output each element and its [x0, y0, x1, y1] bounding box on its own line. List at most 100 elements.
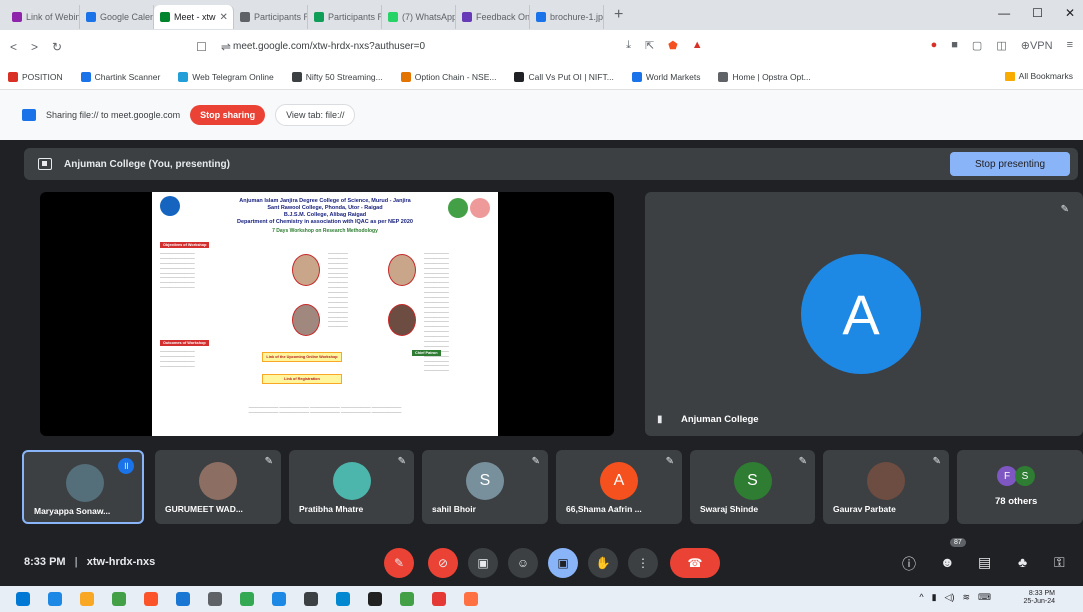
new-tab-icon[interactable]: + — [614, 6, 623, 24]
tab-search-icon[interactable]: ☐ — [196, 40, 207, 54]
site-settings-icon[interactable]: ⇌ — [221, 40, 231, 54]
present-button[interactable]: ▣ — [548, 548, 578, 578]
taskbar-app-icon[interactable] — [368, 592, 382, 606]
bookmark-item[interactable]: Nifty 50 Streaming... — [291, 71, 383, 82]
rewards-icon[interactable]: ▲ — [692, 39, 703, 52]
close-icon[interactable]: ✕ — [1065, 6, 1075, 20]
minimize-icon[interactable]: — — [998, 6, 1010, 20]
extensions-icon[interactable]: ■ — [951, 39, 958, 52]
participant-tile[interactable]: ✎ Pratibha Mhatre — [289, 450, 414, 524]
presenter-avatar: A — [801, 254, 921, 374]
bookmark-item[interactable]: Option Chain - NSE... — [400, 71, 496, 82]
forward-icon[interactable]: > — [31, 40, 38, 54]
participant-tile[interactable]: S ✎ Swaraj Shinde — [690, 450, 815, 524]
install-icon[interactable]: ⤓ — [626, 39, 631, 52]
participant-name: Swaraj Shinde — [700, 504, 759, 514]
raise-hand-button[interactable]: ✋ — [588, 548, 618, 578]
view-tab-button[interactable]: View tab: file:// — [275, 104, 356, 126]
menu-icon[interactable]: ≡ — [1067, 39, 1073, 52]
brave-browser-icon[interactable] — [144, 592, 158, 606]
taskbar-clock[interactable]: 8:33 PM 25-Jun-24 — [1023, 590, 1055, 607]
taskbar-app-icon[interactable] — [304, 592, 318, 606]
taskbar-app-icon[interactable] — [272, 592, 286, 606]
stop-sharing-button[interactable]: Stop sharing — [190, 105, 266, 125]
chat-icon[interactable]: ▤ — [978, 554, 991, 571]
participant-tile[interactable]: S ✎ sahil Bhoir — [422, 450, 548, 524]
browser-tab[interactable]: (7) WhatsApp — [382, 5, 456, 29]
bookmark-item[interactable]: POSITION — [8, 71, 63, 82]
bookmark-item[interactable]: Home | Opstra Opt... — [718, 71, 811, 82]
firefox-icon[interactable] — [464, 592, 478, 606]
keyboard-icon[interactable]: ⌨ — [978, 592, 991, 603]
tab-favicon-icon — [388, 12, 398, 22]
reactions-button[interactable]: ☺ — [508, 548, 538, 578]
vpn-icon[interactable]: ⊕VPN — [1021, 39, 1053, 52]
camera-off-button[interactable]: ⊘ — [428, 548, 458, 578]
browser-tab[interactable]: Participants Regis — [234, 5, 308, 29]
reload-icon[interactable]: ↻ — [52, 40, 62, 54]
tab-label: Meet - xtw — [174, 12, 216, 22]
activities-icon[interactable]: ♣ — [1018, 554, 1027, 570]
mic-icon[interactable]: ▮ — [932, 592, 937, 603]
stop-presenting-button[interactable]: Stop presenting — [950, 152, 1070, 176]
participant-tile[interactable]: A ✎ 66,Shama Aafrin ... — [556, 450, 682, 524]
bookmark-favicon-icon — [8, 71, 18, 82]
close-tab-icon[interactable]: ✕ — [220, 12, 228, 23]
microphone-off-button[interactable]: ✎ — [384, 548, 414, 578]
host-controls-icon[interactable]: ⚿ — [1054, 554, 1065, 571]
url-field[interactable]: meet.google.com/xtw-hrdx-nxs?authuser=0 — [233, 41, 425, 52]
chevron-up-icon[interactable]: ^ — [919, 592, 923, 603]
taskbar-app-icon[interactable] — [176, 592, 190, 606]
participant-name: sahil Bhoir — [432, 504, 476, 514]
participant-tile[interactable]: ✎ GURUMEET WAD... — [155, 450, 281, 524]
taskbar-app-icon[interactable] — [336, 592, 350, 606]
mic-off-icon: ✎ — [264, 456, 273, 467]
bookmark-item[interactable]: Call Vs Put OI | NIFT... — [514, 71, 614, 82]
browser-tab[interactable]: Google Calendar — [80, 5, 154, 29]
presenter-tile[interactable]: ✎ A ▮ Anjuman College — [645, 192, 1083, 436]
bookmark-item[interactable]: Chartink Scanner — [80, 71, 160, 82]
chrome-icon[interactable] — [240, 592, 254, 606]
back-icon[interactable]: < — [10, 40, 17, 54]
phone-hangup-icon: ☎ — [687, 556, 703, 570]
all-bookmarks-button[interactable]: All Bookmarks — [1004, 71, 1073, 81]
taskbar-app-icon[interactable] — [208, 592, 222, 606]
participant-tile[interactable]: F S 78 others — [957, 450, 1083, 524]
volume-icon[interactable]: ◁) — [945, 592, 955, 603]
present-icon — [38, 158, 52, 170]
taskbar-app-icon[interactable] — [48, 592, 62, 606]
captions-button[interactable]: ▣ — [468, 548, 498, 578]
taskbar-app-icon[interactable] — [112, 592, 126, 606]
bookmark-item[interactable]: Web Telegram Online — [178, 71, 274, 82]
people-icon[interactable]: ☻ — [940, 554, 955, 570]
all-bookmarks-label: All Bookmarks — [1018, 71, 1073, 81]
participant-avatar — [199, 462, 237, 500]
browser-tab[interactable]: Meet - xtw ✕ — [154, 5, 234, 29]
sidebar-icon[interactable]: ▢ — [972, 39, 982, 52]
objectives-heading: Objectives of Workshop — [160, 242, 210, 248]
extension-icon[interactable]: ● — [931, 39, 938, 52]
taskbar-app-icon[interactable] — [432, 592, 446, 606]
taskbar-app-icon[interactable] — [400, 592, 414, 606]
wallet-icon[interactable]: ◫ — [996, 39, 1006, 52]
windows-start-icon[interactable] — [16, 592, 30, 606]
more-options-button[interactable]: ⋮ — [628, 548, 658, 578]
browser-tab[interactable]: Link of Webinars — [6, 5, 80, 29]
wifi-icon[interactable]: ≋ — [962, 592, 970, 603]
maximize-icon[interactable]: ☐ — [1032, 6, 1043, 20]
participant-avatar: S — [466, 462, 504, 500]
file-explorer-icon[interactable] — [80, 592, 94, 606]
participant-tile[interactable]: ✎ Gaurav Parbate — [823, 450, 949, 524]
speaker-photo — [292, 304, 320, 336]
college-logo-icon — [160, 196, 180, 216]
browser-tab[interactable]: brochure-1.jpg — [530, 5, 604, 29]
info-icon[interactable]: ⓘ — [902, 554, 916, 574]
bookmark-favicon-icon — [80, 71, 91, 82]
browser-tab[interactable]: Feedback One Di — [456, 5, 530, 29]
participant-tile[interactable]: ॥ Maryappa Sonaw... — [22, 450, 144, 524]
brave-shield-icon[interactable]: ⬟ — [668, 39, 678, 52]
share-icon[interactable]: ⇱ — [645, 39, 654, 52]
browser-tab[interactable]: Participants Regis — [308, 5, 382, 29]
bookmark-item[interactable]: World Markets — [631, 71, 700, 82]
leave-call-button[interactable]: ☎ — [670, 548, 720, 578]
